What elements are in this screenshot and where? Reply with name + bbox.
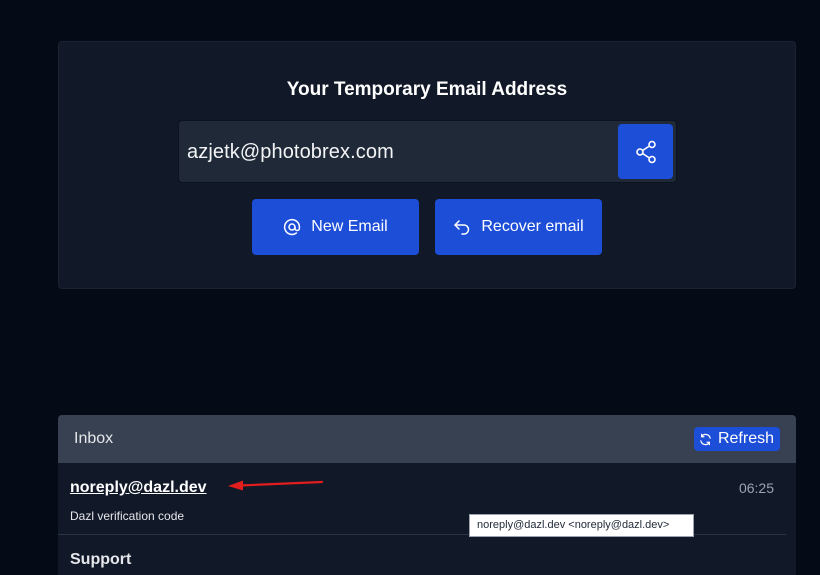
annotation-arrow-icon [228, 480, 324, 491]
sender-tooltip: noreply@dazl.dev <noreply@dazl.dev> [469, 514, 694, 537]
